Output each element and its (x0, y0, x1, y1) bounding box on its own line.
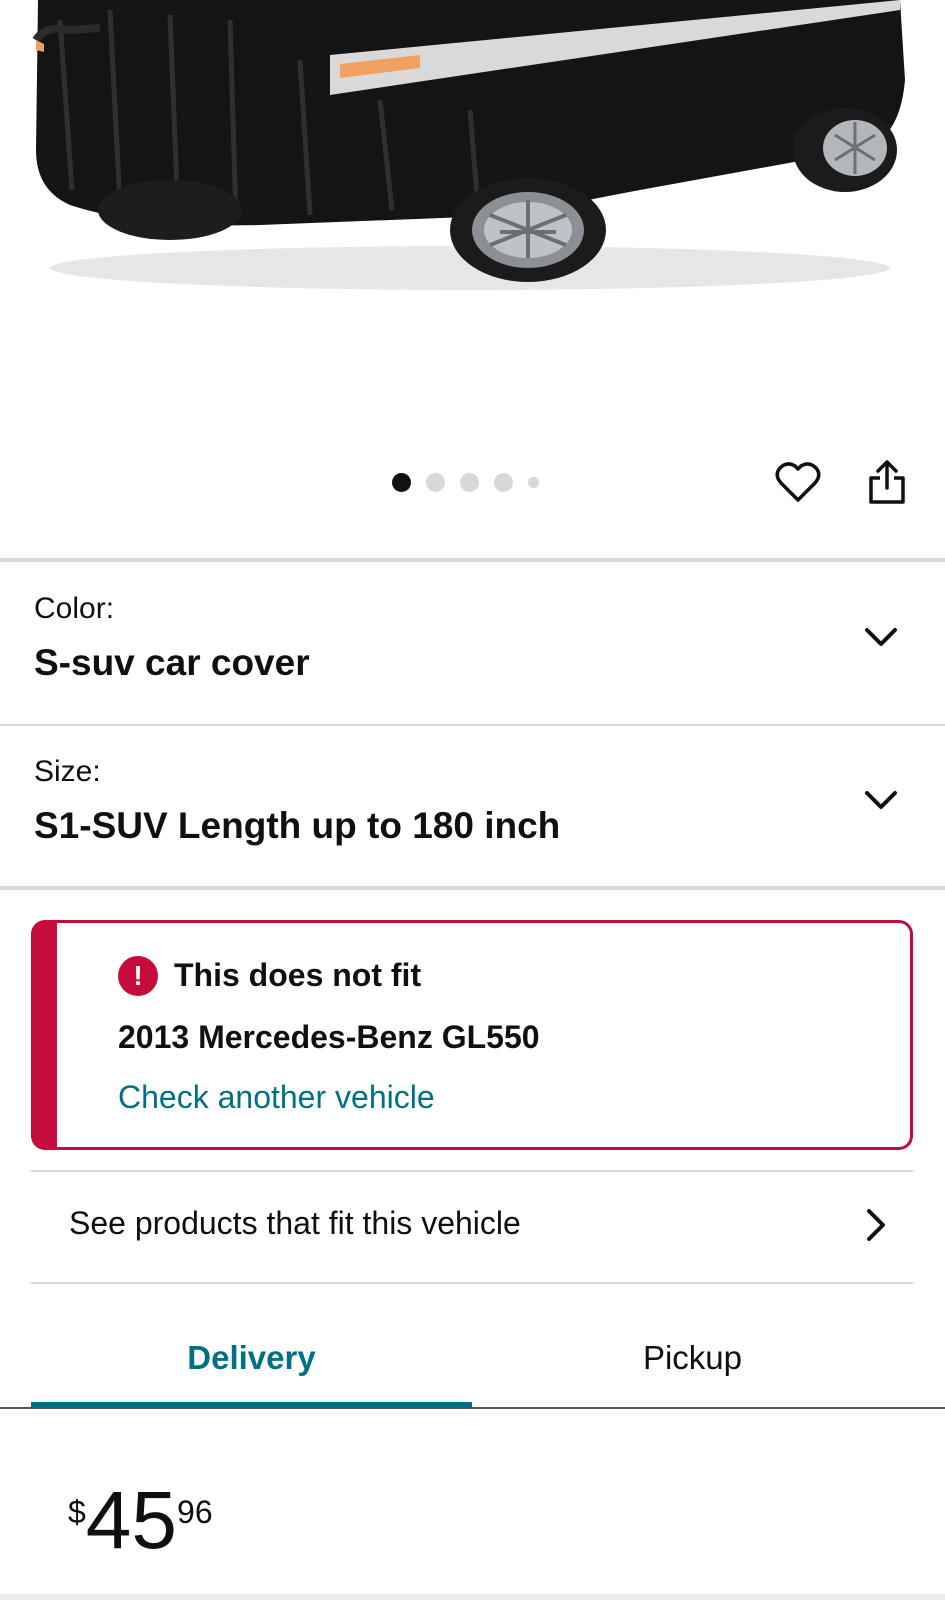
color-selector[interactable]: Color: S-suv car cover (0, 562, 945, 720)
size-selector[interactable]: Size: S1-SUV Length up to 180 inch (0, 725, 945, 883)
car-cover-image (32, 0, 905, 290)
fitment-vehicle: 2013 Mercedes-Benz GL550 (118, 1019, 540, 1055)
bottom-divider (0, 1594, 945, 1600)
tab-delivery[interactable]: Delivery (31, 1310, 472, 1406)
pagination-dot[interactable] (426, 472, 445, 492)
price-currency-symbol: $ (68, 1494, 86, 1530)
price-whole: 45 (85, 1475, 178, 1566)
color-value: S-suv car cover (34, 642, 310, 683)
size-label: Size: (34, 755, 101, 788)
size-value: S1-SUV Length up to 180 inch (34, 805, 561, 846)
chevron-right-icon (867, 1209, 885, 1241)
pagination-dot-active[interactable] (392, 472, 411, 492)
price: $ 45 96 (68, 1480, 213, 1562)
see-fitting-products-row[interactable]: See products that fit this vehicle (31, 1171, 913, 1283)
fitment-status: This does not fit (174, 957, 422, 993)
see-fitting-products-label: See products that fit this vehicle (69, 1205, 521, 1241)
chevron-down-icon (865, 628, 897, 646)
row-divider (31, 1282, 913, 1284)
active-tab-indicator (31, 1402, 472, 1408)
pagination-dot[interactable] (528, 476, 539, 488)
section-divider (0, 886, 945, 890)
share-icon (869, 460, 905, 504)
heart-icon (775, 462, 821, 502)
alert-exclamation-icon: ! (118, 956, 158, 996)
check-another-vehicle-link[interactable]: Check another vehicle (118, 1079, 435, 1116)
pagination-dot[interactable] (460, 472, 479, 492)
pagination-dot[interactable] (494, 472, 513, 492)
color-label: Color: (34, 592, 115, 625)
share-button[interactable] (863, 456, 911, 508)
chevron-down-icon (865, 791, 897, 809)
tab-pickup[interactable]: Pickup (472, 1310, 913, 1406)
add-to-wishlist-button[interactable] (774, 458, 822, 506)
price-fraction: 96 (177, 1494, 213, 1530)
product-image[interactable] (0, 0, 945, 440)
fitment-alert: ! This does not fit 2013 Mercedes-Benz G… (31, 920, 913, 1150)
image-pagination-dots (392, 472, 539, 492)
